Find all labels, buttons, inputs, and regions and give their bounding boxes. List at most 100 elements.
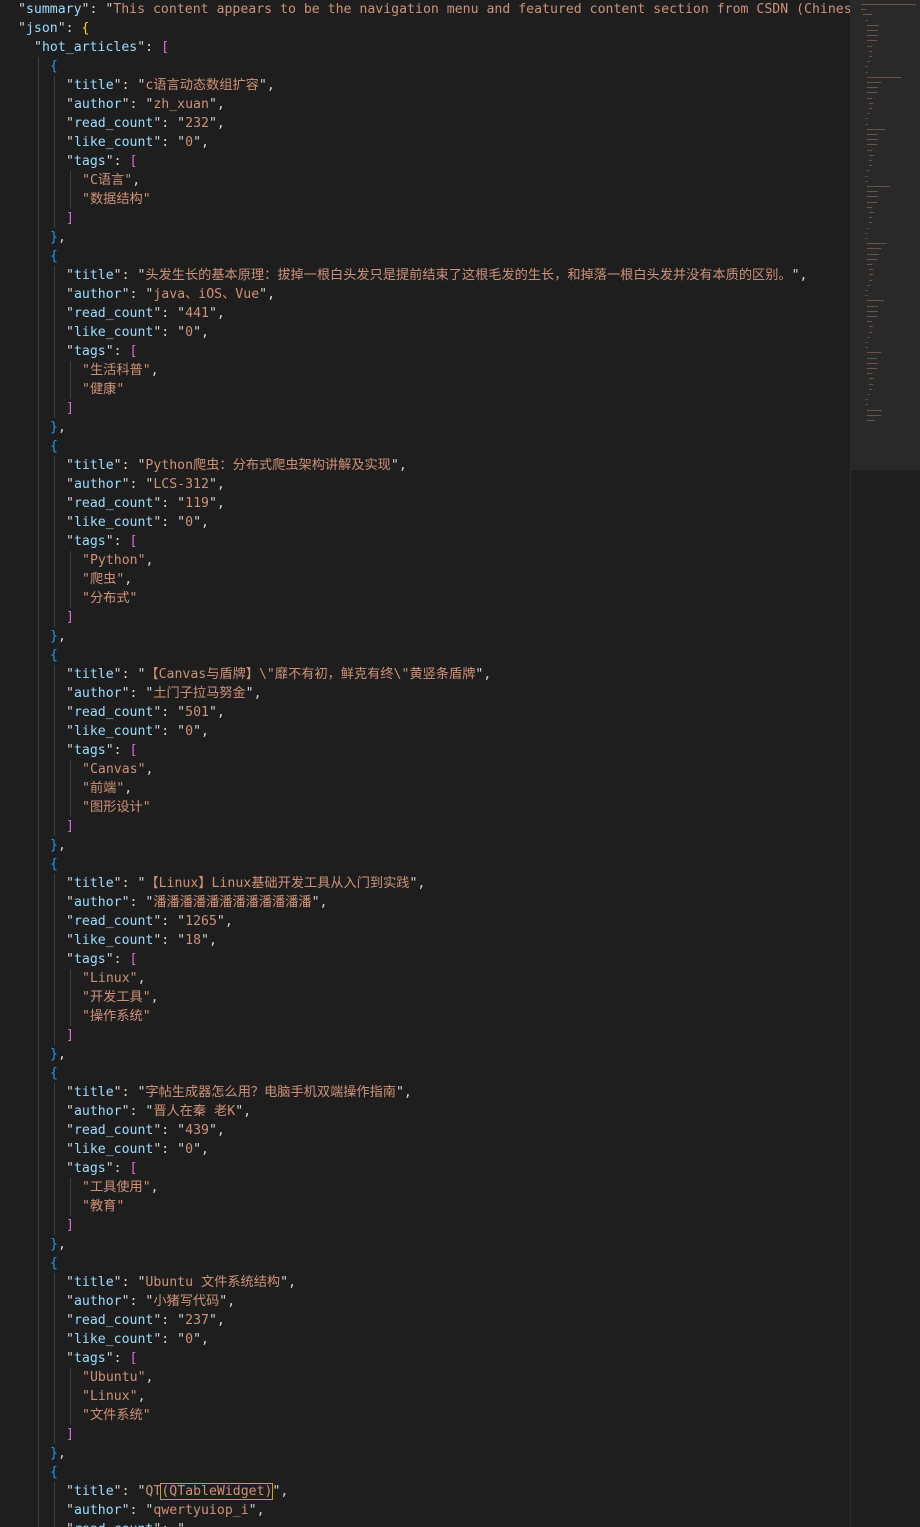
minimap-viewport-slider[interactable] [851,0,920,470]
indent-guide [54,323,55,342]
article-tags-line: "tags": [ [18,1349,850,1368]
json-key: like_count [73,515,154,530]
indent-guide [38,912,39,931]
minimap-line [865,180,868,182]
json-string-value: 237 [185,1313,209,1328]
minimap-line [867,76,901,78]
minimap-line [865,347,868,349]
tags-close-line: ] [18,1026,850,1045]
colon: ": " [153,1142,186,1157]
indent-guide [54,1482,55,1501]
brace-open: { [50,59,58,74]
colon: ": " [121,1294,154,1309]
minimap-line [869,154,874,156]
quote: " [66,135,74,150]
article-read-count-line: "read_count": "1265", [18,912,850,931]
indent-guide [38,342,39,361]
tags-close-line: ] [18,1216,850,1235]
colon: ": " [153,325,186,340]
minimap[interactable] [850,0,920,1527]
quote: " [66,268,74,283]
bracket-open: [ [129,1161,138,1176]
tag-line: "生活科普", [18,361,850,380]
tag-value: Ubuntu [89,1370,138,1385]
indent-guide [70,361,71,380]
colon: ": [137,40,162,55]
indent-guide [38,399,39,418]
comma: , [150,363,159,378]
indent-guide [54,1197,55,1216]
indent-guide [54,779,55,798]
quote: " [66,1294,74,1309]
indent-guide [38,209,39,228]
indent-guide [54,1273,55,1292]
quote: ", [193,1142,209,1157]
comma: , [124,572,133,587]
article-title-line: "title": "Ubuntu 文件系统结构", [18,1273,850,1292]
minimap-line [869,160,872,161]
quote: " [129,1389,138,1404]
tag-line: "爬虫", [18,570,850,589]
article-author-line: "author": "土门子拉马努金", [18,684,850,703]
indent-guide [38,665,39,684]
quote: ", [208,97,225,112]
minimap-line [869,50,873,52]
indent-guide [54,342,55,361]
minimap-line [869,222,873,224]
minimap-line [867,352,881,354]
indent-guide [54,190,55,209]
indent-guide [38,703,39,722]
json-key: tags [73,1351,106,1366]
comma: , [57,230,66,245]
minimap-line [867,186,890,187]
indent-guide [38,608,39,627]
json-string-value: 潘潘潘潘潘潘潘潘潘潘潘潘 [153,895,312,910]
minimap-line [867,191,878,193]
indent-guide [38,931,39,950]
comma: , [57,1237,66,1252]
json-string-value: 0 [185,515,194,530]
minimap-line [867,82,881,83]
indent-guide [54,969,55,988]
quote: " [82,990,90,1005]
indent-guide [38,779,39,798]
quote: ", [208,705,225,720]
minimap-line [867,253,879,255]
indent-guide [38,456,39,475]
tag-line: "分布式" [18,589,850,608]
article-like-count-line: "like_count": "0", [18,323,850,342]
quote: " [142,1180,151,1195]
indent-guide [54,760,55,779]
indent-guide [70,798,71,817]
indent-guide [38,1254,39,1273]
colon: ": " [153,1313,186,1328]
indent-guide [54,817,55,836]
quote: " [66,78,74,93]
colon: ": [105,154,130,169]
tags-close-line: ] [18,817,850,836]
indent-guide [70,760,71,779]
quote: " [66,724,74,739]
indent-guide [38,1273,39,1292]
indent-guide [38,855,39,874]
article-title-line: "title": "字帖生成器怎么用？电脑手机双端操作指南", [18,1083,850,1102]
json-code-view[interactable]: " summary ": " This content appears to be t… [18,0,850,1527]
json-string-value: 头发生长的基本原理：拔掉一根白头发只是提前结束了这根毛发的生长，和掉落一根白头发… [145,268,792,283]
indent-guide [38,114,39,133]
quote: " [66,116,74,131]
quote: " [142,1009,151,1024]
json-key: read_count [73,914,154,929]
code-editor[interactable]: " summary ": " This content appears to be t… [0,0,850,1527]
indent-guide [54,798,55,817]
indent-guide [70,171,71,190]
minimap-line [869,102,873,104]
brace-open: { [50,648,58,663]
minimap-line [867,139,878,141]
json-key: title [73,1085,114,1100]
indent-guide [38,1330,39,1349]
indent-guide [38,1083,39,1102]
indent-guide [38,95,39,114]
indent-guide [38,1159,39,1178]
json-key: author [73,686,122,701]
indent-guide [38,76,39,95]
